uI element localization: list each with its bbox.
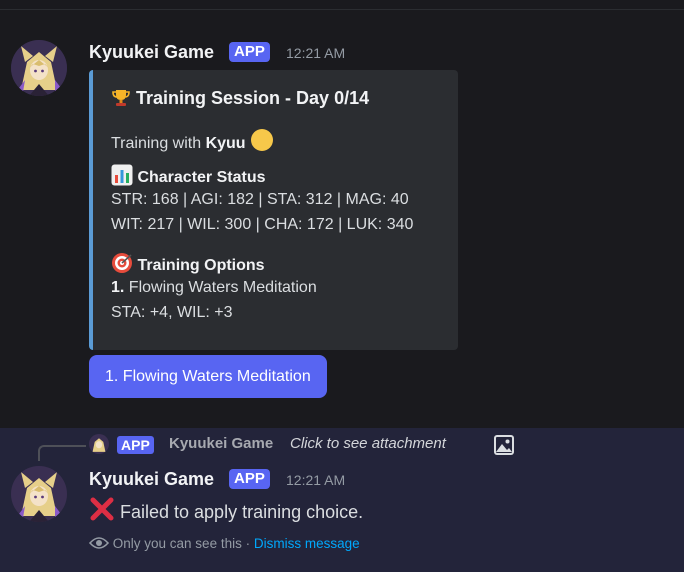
timestamp: 12:21 AM — [286, 45, 346, 61]
stats-line-1: STR: 168 | AGI: 182 | STA: 312 | MAG: 40 — [111, 191, 409, 208]
dismiss-message-link[interactable]: Dismiss message — [254, 536, 360, 551]
error-message: Failed to apply training choice. — [89, 496, 363, 527]
image-icon[interactable] — [493, 434, 515, 456]
app-tag: APP — [229, 42, 270, 62]
app-tag-2: APP — [229, 469, 270, 489]
timestamp-2: 12:21 AM — [286, 472, 346, 488]
reply-text[interactable]: Click to see attachment — [290, 435, 446, 452]
target-icon — [111, 252, 133, 279]
username-2[interactable]: Kyuukei Game — [89, 469, 214, 490]
ephemeral-note: Only you can see this · Dismiss message — [88, 535, 360, 554]
embed-title: Training Session - Day 0/14 — [111, 88, 369, 113]
yellow-circle-icon — [250, 128, 274, 157]
username[interactable]: Kyuukei Game — [89, 42, 214, 63]
reply-connector — [38, 445, 86, 461]
trophy-icon — [111, 88, 131, 113]
embed: Training Session - Day 0/14 Training wit… — [89, 70, 458, 350]
bar-chart-icon — [111, 164, 133, 191]
option-1: 1. Flowing Waters Meditation — [111, 279, 317, 296]
status-heading: Character Status — [111, 164, 266, 191]
reply-author: Kyuukei Game — [169, 435, 274, 452]
eye-icon — [88, 535, 110, 554]
reply-app-tag: APP — [117, 436, 154, 454]
flowing-waters-button[interactable]: 1. Flowing Waters Meditation — [89, 355, 327, 398]
avatar-2[interactable] — [11, 466, 67, 522]
top-divider — [0, 9, 684, 10]
cross-mark-icon — [89, 496, 115, 527]
options-heading: Training Options — [111, 252, 265, 279]
avatar[interactable] — [11, 40, 67, 96]
stats-line-2: WIT: 217 | WIL: 300 | CHA: 172 | LUK: 34… — [111, 216, 414, 233]
option-1-effect: STA: +4, WIL: +3 — [111, 304, 233, 321]
training-with: Training with Kyuu — [111, 128, 274, 157]
reply-avatar — [89, 434, 109, 454]
